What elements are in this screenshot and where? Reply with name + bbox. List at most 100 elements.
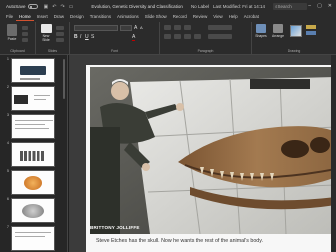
section-icon[interactable] bbox=[56, 38, 64, 42]
tab-design[interactable]: Design bbox=[67, 13, 87, 21]
bullets-icon[interactable] bbox=[164, 25, 171, 30]
paragraph-group-label: Paragraph bbox=[197, 49, 214, 53]
tab-help[interactable]: Help bbox=[226, 13, 241, 21]
slide-thumbnail[interactable]: 3 bbox=[0, 113, 68, 141]
slide-number: 7 bbox=[6, 225, 9, 229]
text-direction-icon[interactable] bbox=[208, 25, 232, 30]
shapes-label: Shapes bbox=[255, 34, 267, 38]
arrange-button[interactable]: Arrange bbox=[270, 24, 286, 38]
copy-icon[interactable] bbox=[22, 32, 28, 36]
search-box[interactable]: ⌕ Search bbox=[272, 3, 307, 10]
title-bar: AutoSave ▣ ↶ ↷ ▭ Evolution, Genetic Dive… bbox=[0, 0, 336, 13]
ribbon: Paste Clipboard New Slide Slides A A B I… bbox=[0, 21, 336, 55]
redo-icon[interactable]: ↷ bbox=[60, 4, 64, 10]
justify-icon[interactable] bbox=[194, 34, 201, 39]
align-right-icon[interactable] bbox=[184, 34, 191, 39]
quick-styles-icon[interactable] bbox=[290, 25, 302, 37]
paste-icon bbox=[7, 24, 17, 36]
indent-icon[interactable] bbox=[184, 25, 191, 30]
slides-group-label: Slides bbox=[47, 49, 58, 53]
align-center-icon[interactable] bbox=[174, 34, 181, 39]
underline-icon[interactable]: U bbox=[85, 34, 89, 40]
arrange-label: Arrange bbox=[271, 34, 285, 38]
slide-thumbnail[interactable]: 7 bbox=[0, 225, 68, 252]
thumbnail-preview bbox=[11, 142, 55, 167]
present-icon[interactable]: ▭ bbox=[69, 4, 74, 10]
tab-record[interactable]: Record bbox=[170, 13, 190, 21]
slide-thumbnail[interactable]: 4 bbox=[0, 141, 68, 169]
minimize-icon[interactable]: – bbox=[308, 3, 311, 9]
tab-draw[interactable]: Draw bbox=[51, 13, 67, 21]
undo-icon[interactable]: ↶ bbox=[52, 4, 56, 10]
shadow-icon[interactable]: S bbox=[91, 34, 94, 40]
slide-thumbnail[interactable]: 5 bbox=[0, 169, 68, 197]
last-modified: Last Modified: Fri at 14:14 bbox=[212, 4, 265, 9]
decrease-font-icon[interactable]: A bbox=[140, 25, 143, 30]
canvas-scrollbar[interactable] bbox=[331, 55, 336, 252]
ribbon-tabs: File Home Insert Draw Design Transitions… bbox=[0, 13, 336, 21]
tab-home[interactable]: Home bbox=[16, 13, 34, 21]
shape-fill-icon[interactable] bbox=[306, 25, 316, 29]
shapes-button[interactable]: Shapes bbox=[254, 24, 268, 38]
slide-photo[interactable] bbox=[90, 67, 336, 234]
paste-button[interactable]: Paste bbox=[5, 24, 19, 41]
tab-view[interactable]: View bbox=[210, 13, 225, 21]
thumbnail-preview bbox=[11, 114, 55, 139]
slide-thumbnail[interactable]: 6 bbox=[0, 197, 68, 225]
font-name-dropdown[interactable] bbox=[74, 25, 118, 31]
thumbnail-scrollbar[interactable] bbox=[63, 59, 65, 99]
new-slide-button[interactable]: New Slide bbox=[39, 24, 53, 42]
tab-insert[interactable]: Insert bbox=[34, 13, 51, 21]
thumbnail-preview bbox=[11, 226, 55, 251]
smartart-icon[interactable] bbox=[208, 34, 232, 39]
window-controls: – ▢ ✕ bbox=[308, 3, 332, 9]
slide-canvas: BRITTONY JOLLIFFE Steve Etches has the s… bbox=[69, 55, 336, 252]
slide-thumbnail[interactable]: 1 bbox=[0, 57, 68, 85]
photo-credit: BRITTONY JOLLIFFE bbox=[90, 225, 140, 230]
drawing-group-label: Drawing bbox=[287, 49, 301, 53]
layout-icon[interactable] bbox=[56, 26, 64, 30]
tab-acrobat[interactable]: Acrobat bbox=[241, 13, 262, 21]
paste-label: Paste bbox=[7, 37, 17, 41]
align-left-icon[interactable] bbox=[164, 34, 171, 39]
reset-icon[interactable] bbox=[56, 32, 64, 36]
maximize-icon[interactable]: ▢ bbox=[317, 3, 322, 9]
paragraph-group: Paragraph bbox=[160, 22, 252, 54]
new-slide-label: New Slide bbox=[42, 34, 50, 42]
autosave-label: AutoSave bbox=[6, 4, 26, 9]
increase-font-icon[interactable]: A bbox=[134, 25, 137, 31]
cut-icon[interactable] bbox=[22, 26, 28, 30]
slide-number: 3 bbox=[6, 113, 9, 117]
slide-caption[interactable]: Steve Etches has the skull. Now he wants… bbox=[96, 238, 263, 244]
clipboard-group-label: Clipboard bbox=[10, 49, 25, 53]
thumbnail-preview bbox=[11, 198, 55, 223]
tab-transitions[interactable]: Transitions bbox=[87, 13, 114, 21]
shape-outline-icon[interactable] bbox=[306, 31, 316, 35]
slide-number: 4 bbox=[6, 141, 9, 145]
thumbnail-preview bbox=[11, 58, 55, 83]
quick-access-toolbar: ▣ ↶ ↷ ▭ bbox=[44, 4, 74, 10]
autosave-toggle[interactable] bbox=[27, 4, 38, 9]
close-icon[interactable]: ✕ bbox=[328, 3, 332, 9]
font-group-label: Font bbox=[111, 49, 118, 53]
font-size-dropdown[interactable] bbox=[120, 25, 132, 31]
clipboard-group: Paste Clipboard bbox=[0, 22, 36, 54]
sensitivity-label[interactable]: No Label bbox=[191, 4, 209, 9]
save-icon[interactable]: ▣ bbox=[44, 4, 49, 10]
bold-icon[interactable]: B bbox=[74, 34, 78, 40]
current-slide[interactable]: BRITTONY JOLLIFFE Steve Etches has the s… bbox=[86, 65, 336, 252]
tab-file[interactable]: File bbox=[3, 13, 16, 21]
tab-animations[interactable]: Animations bbox=[114, 13, 142, 21]
slides-group: New Slide Slides bbox=[36, 22, 70, 54]
arrange-icon bbox=[273, 24, 283, 33]
slide-number: 6 bbox=[6, 197, 9, 201]
italic-icon[interactable]: I bbox=[80, 34, 81, 40]
tab-slide-show[interactable]: Slide Show bbox=[142, 13, 170, 21]
font-color-icon[interactable]: A bbox=[132, 34, 136, 41]
format-painter-icon[interactable] bbox=[22, 38, 28, 42]
numbering-icon[interactable] bbox=[174, 25, 181, 30]
tab-review[interactable]: Review bbox=[190, 13, 210, 21]
slide-thumbnail-pane: 1 2 3 4 5 6 7 bbox=[0, 55, 68, 252]
autosave-control[interactable]: AutoSave bbox=[6, 4, 38, 9]
slide-thumbnail[interactable]: 2 bbox=[0, 85, 68, 113]
